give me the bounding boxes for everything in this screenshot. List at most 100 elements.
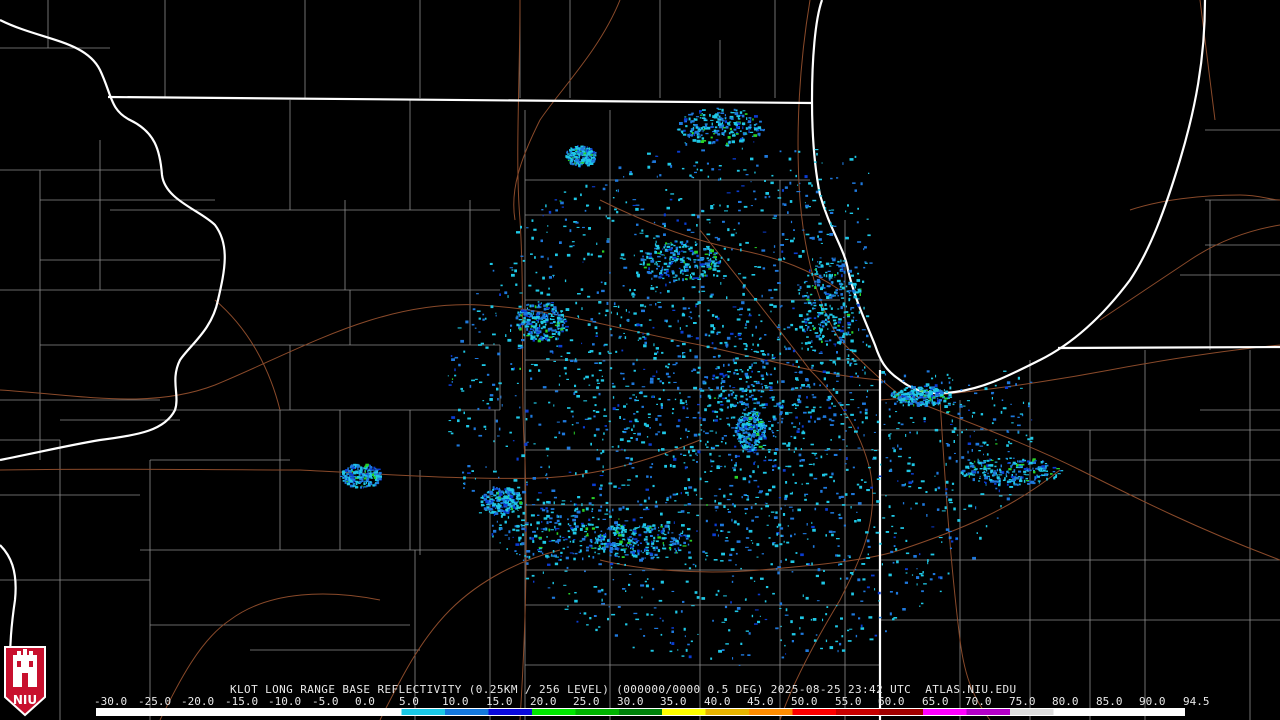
echo-pixel [849,158,854,161]
echo-pixel [848,556,851,559]
echo-pixel [847,629,850,632]
echo-pixel [1009,442,1013,445]
echo-pixel [632,199,637,201]
echo-pixel [511,273,515,277]
echo-pixel [854,419,856,421]
echo-pixel [814,283,817,285]
echo-pixel [797,508,801,512]
echo-pixel [735,133,739,135]
echo-pixel [926,370,930,373]
echo-pixel [550,304,554,307]
echo-pixel [741,147,743,150]
echo-pixel [699,497,703,500]
echo-pixel [715,259,718,261]
echo-pixel [831,209,835,211]
echo-pixel [709,261,711,263]
echo-pixel [693,124,698,127]
echo-pixel [701,113,703,115]
echo-pixel [585,534,589,537]
echo-pixel [741,425,743,428]
echo-pixel [667,366,670,369]
echo-pixel [805,385,810,388]
echo-pixel [908,485,912,488]
echo-pixel [904,581,908,584]
echo-pixel [812,528,816,532]
echo-pixel [961,456,965,459]
echo-pixel [513,479,518,482]
echo-pixel [817,312,821,314]
echo-pixel [510,505,513,508]
echo-pixel [948,536,952,540]
echo-pixel [986,470,988,472]
echo-pixel [567,518,569,521]
echo-pixel [795,360,798,363]
echo-pixel [864,366,866,369]
echo-pixel [712,619,714,622]
echo-pixel [941,541,943,543]
echo-pixel [848,426,852,428]
echo-pixel [835,289,838,292]
echo-pixel [488,510,491,513]
echo-pixel [497,352,501,356]
echo-pixel [781,656,785,659]
echo-pixel [598,487,603,490]
echo-pixel [747,406,750,408]
echo-pixel [851,573,854,576]
echo-pixel [713,495,718,497]
echo-pixel [932,388,935,391]
echo-pixel [995,487,998,490]
echo-pixel [622,506,625,509]
echo-pixel [682,297,685,301]
echo-pixel [621,448,623,451]
echo-pixel [637,527,640,529]
echo-pixel [604,542,607,545]
echo-pixel [1029,440,1033,443]
echo-pixel [786,326,791,329]
echo-pixel [560,320,564,323]
echo-pixel [659,274,664,276]
echo-pixel [516,416,520,419]
echo-pixel [720,441,723,443]
echo-pixel [948,498,953,502]
echo-pixel [656,267,658,270]
echo-pixel [714,506,719,509]
echo-pixel [543,333,545,336]
echo-pixel [718,488,721,490]
echo-pixel [755,496,760,498]
echo-pixel [692,272,695,276]
echo-pixel [724,129,727,133]
echo-pixel [655,155,659,157]
echo-pixel [508,530,511,534]
echo-pixel [979,468,983,470]
echo-pixel [520,314,523,317]
echo-pixel [596,541,599,544]
echo-pixel [714,419,718,422]
echo-pixel [661,254,664,256]
echo-pixel [666,245,671,248]
echo-pixel [515,543,520,546]
echo-pixel [692,449,696,452]
echo-pixel [532,552,535,556]
echo-pixel [698,417,702,420]
echo-pixel [460,339,464,343]
echo-pixel [482,318,485,321]
echo-pixel [772,217,777,219]
echo-pixel [526,481,528,483]
echo-pixel [623,550,626,554]
echo-pixel [922,388,924,390]
echo-pixel [793,237,795,240]
echo-pixel [753,479,758,482]
echo-pixel [548,401,551,404]
echo-pixel [885,531,890,533]
echo-pixel [589,155,591,158]
echo-pixel [667,531,670,534]
echo-pixel [796,430,800,433]
echo-pixel [595,526,599,529]
echo-pixel [558,383,560,386]
echo-pixel [854,155,857,158]
echo-pixel [366,485,368,488]
echo-pixel [812,406,816,409]
echo-pixel [801,229,805,231]
echo-pixel [713,274,715,277]
echo-pixel [716,121,719,123]
